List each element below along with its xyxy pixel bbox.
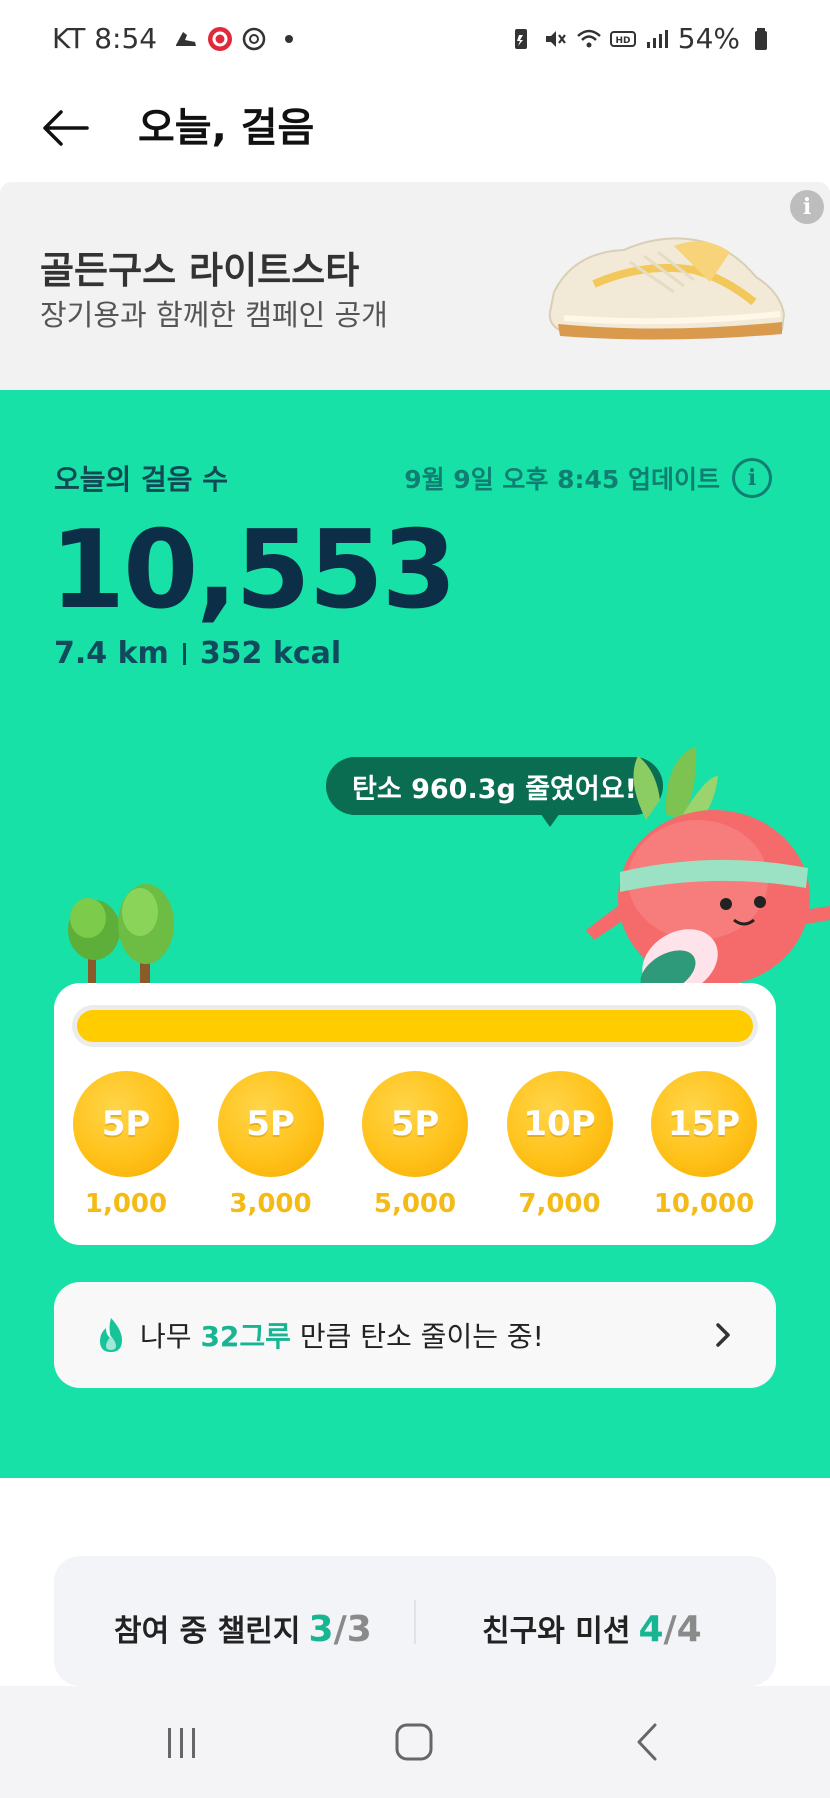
divider <box>414 1600 416 1644</box>
stats-divider <box>182 642 186 665</box>
system-nav-bar <box>0 1686 830 1798</box>
participating-label: 참여 중 챌린지 <box>114 1614 301 1649</box>
record-icon <box>208 26 233 51</box>
friends-current: 4 <box>638 1609 664 1650</box>
steps-section: 오늘의 걸음 수 9월 9일 오후 8:45 업데이트 i 10,553 7.4… <box>0 390 830 1478</box>
carbon-suffix: 만큼 탄소 줄이는 중! <box>299 1320 544 1353</box>
friend-missions[interactable]: 친구와 미션 4/4 <box>482 1606 702 1650</box>
status-bar: KT 8:54 HD 54% <box>0 0 830 80</box>
back-button[interactable] <box>36 98 96 158</box>
carbon-reduction-card[interactable]: 나무 32그루 만큼 탄소 줄이는 중! <box>54 1282 776 1388</box>
tomato-mascot-illustration <box>586 746 830 995</box>
carrier-time: KT 8:54 <box>52 22 158 55</box>
home-icon <box>395 1723 433 1761</box>
steps-stats: 7.4 km 352 kcal <box>54 636 341 671</box>
point-coin[interactable]: 5P <box>362 1071 468 1177</box>
point-coin[interactable]: 5P <box>217 1071 324 1177</box>
battery-saver-icon <box>514 28 527 49</box>
reward-step-goal: 1,000 <box>84 1189 168 1219</box>
shoe-notification-icon <box>176 31 197 46</box>
steps-count: 10,553 <box>50 508 457 633</box>
challenge-summary-card: 참여 중 챌린지 3/3 친구와 미션 4/4 <box>54 1556 776 1686</box>
banner-subtitle: 장기용과 함께한 캠페인 공개 <box>40 298 388 332</box>
arrow-left-icon <box>43 110 89 146</box>
battery-percent: 54% <box>677 22 740 55</box>
reward-item[interactable]: 5P 3,000 <box>213 1071 329 1219</box>
carbon-prefix: 나무 <box>140 1320 192 1353</box>
update-time: 9월 9일 오후 8:45 업데이트 <box>404 465 720 494</box>
svg-text:HD: HD <box>615 36 630 46</box>
reward-list: 5P 1,000 5P 3,000 5P 5,000 10P 7,000 15P… <box>68 1071 762 1219</box>
chevron-left-icon <box>637 1723 657 1761</box>
banner-title: 골든구스 라이트스타 <box>40 249 360 292</box>
participating-challenges[interactable]: 참여 중 챌린지 3/3 <box>114 1606 372 1650</box>
friends-label: 친구와 미션 <box>482 1614 631 1649</box>
reward-step-goal: 7,000 <box>518 1189 601 1219</box>
calories: 352 kcal <box>199 636 342 671</box>
sneaker-image <box>548 237 786 340</box>
tree-count: 32그루 <box>200 1320 291 1353</box>
recent-apps-icon <box>168 1728 195 1758</box>
ad-info-icon[interactable]: i <box>790 190 824 224</box>
hd-icon: HD <box>609 30 636 47</box>
participating-current: 3 <box>308 1609 334 1650</box>
steps-label: 오늘의 걸음 수 <box>54 463 229 496</box>
carbon-message: 나무 32그루 만큼 탄소 줄이는 중! <box>140 1315 710 1355</box>
step-progress-fill <box>77 1010 753 1042</box>
reward-step-goal: 3,000 <box>229 1189 312 1219</box>
app-header: 오늘, 걸음 <box>0 80 830 182</box>
battery-icon <box>755 27 767 50</box>
ad-banner[interactable]: 골든구스 라이트스타 장기용과 함께한 캠페인 공개 i <box>0 182 830 390</box>
distance: 7.4 km <box>54 636 169 671</box>
back-nav-button[interactable] <box>618 1716 678 1768</box>
home-button[interactable] <box>384 1716 444 1768</box>
reward-item[interactable]: 5P 1,000 <box>68 1071 184 1219</box>
page-title: 오늘, 걸음 <box>138 105 315 151</box>
reward-step-goal: 10,000 <box>653 1189 755 1219</box>
point-coin[interactable]: 5P <box>73 1071 179 1177</box>
point-coin[interactable]: 10P <box>506 1071 613 1177</box>
reward-step-goal: 5,000 <box>373 1189 457 1219</box>
slash: / <box>663 1609 677 1650</box>
signal-icon <box>646 29 668 48</box>
step-rewards-card: 5P 1,000 5P 3,000 5P 5,000 10P 7,000 15P… <box>54 983 776 1245</box>
recent-apps-button[interactable] <box>152 1716 212 1768</box>
participating-total: 3 <box>346 1609 372 1650</box>
settings-notification-icon <box>242 27 266 50</box>
point-coin[interactable]: 15P <box>651 1071 757 1177</box>
wifi-icon <box>576 29 601 47</box>
more-notifications-dot <box>285 34 294 43</box>
chevron-right-icon <box>716 1323 730 1347</box>
trees-illustration <box>68 884 174 984</box>
step-progress-bar <box>72 1005 758 1047</box>
friends-total: 4 <box>676 1609 702 1650</box>
reward-item[interactable]: 15P 10,000 <box>646 1071 762 1219</box>
reward-item[interactable]: 10P 7,000 <box>502 1071 618 1219</box>
info-icon[interactable]: i <box>732 458 772 498</box>
flame-icon <box>100 1318 122 1352</box>
slash: / <box>333 1609 347 1650</box>
mute-icon <box>545 30 566 47</box>
reward-item[interactable]: 5P 5,000 <box>357 1071 473 1219</box>
speech-bubble-tail <box>540 813 560 827</box>
